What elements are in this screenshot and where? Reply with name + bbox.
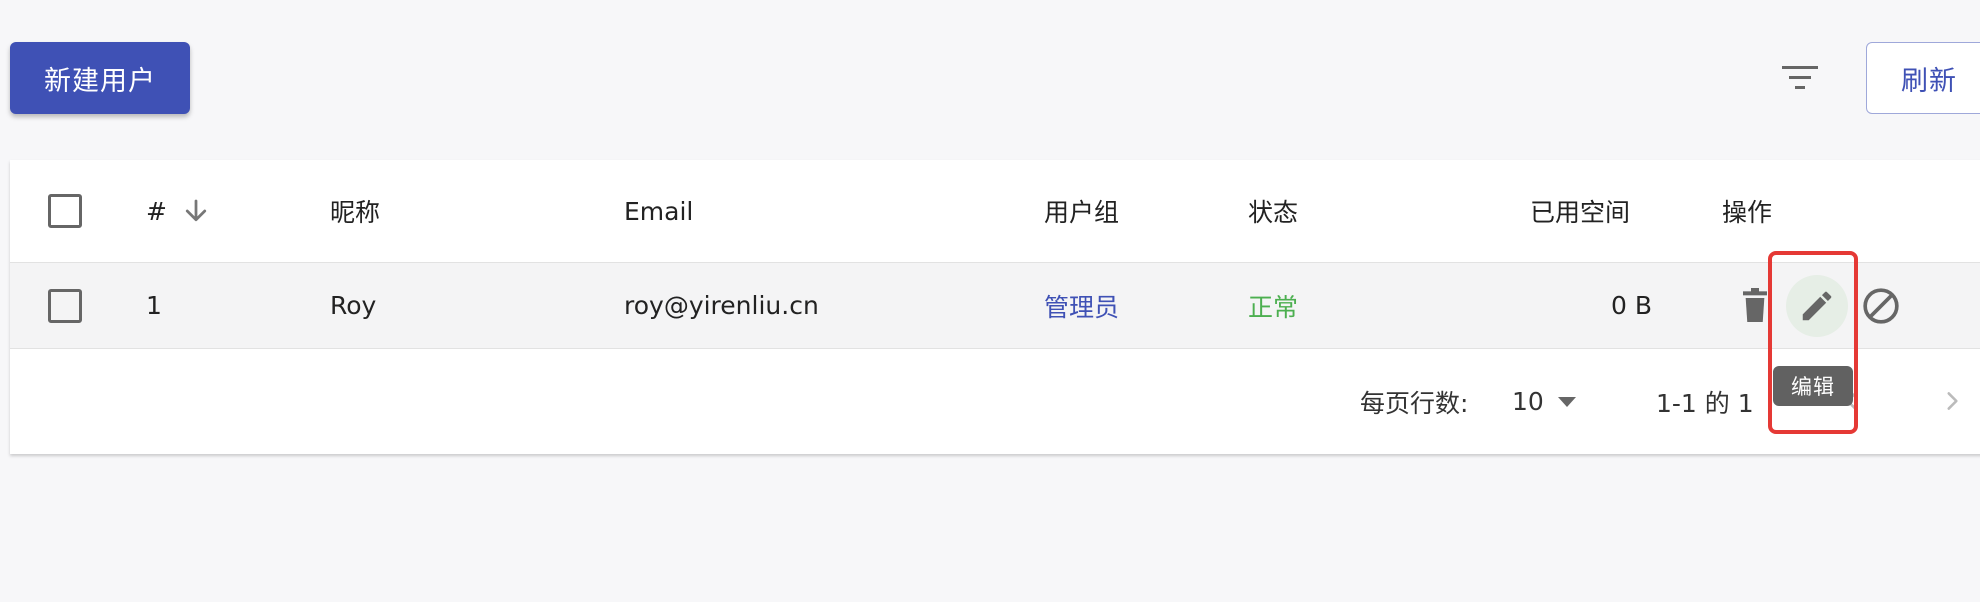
column-header-actions: 操作 [1722,160,1772,262]
table-row: 1 Roy roy@yirenliu.cn 管理员 正常 0 B [10,263,1980,349]
column-header-group-label: 用户组 [1044,198,1120,227]
edit-icon [1802,291,1832,321]
row-checkbox[interactable] [48,289,82,323]
ban-button[interactable] [1858,283,1904,329]
column-header-email: Email [624,160,693,262]
table-header-row: # 昵称 Email 用户组 状态 已用空间 操作 [10,160,1980,263]
column-header-nickname: 昵称 [330,160,380,262]
column-header-used-space: 已用空间 [1530,160,1630,262]
chevron-right-icon [1947,392,1958,410]
page: 新建用户 刷新 # 昵称 Email 用户组 状态 已用空间 操作 1 Roy … [0,0,1980,602]
next-page-button[interactable] [1932,381,1972,421]
delete-icon [1743,288,1767,322]
column-header-email-label: Email [624,196,694,226]
delete-button[interactable] [1734,285,1776,327]
rows-per-page-label: 每页行数: [1360,388,1469,418]
row-email: roy@yirenliu.cn [624,291,819,320]
row-id: 1 [146,291,162,320]
column-header-status: 状态 [1248,160,1298,262]
column-header-group: 用户组 [1044,160,1119,262]
row-status: 正常 [1248,292,1299,322]
dropdown-arrow-icon [1557,396,1576,407]
filter-button[interactable] [1774,56,1826,100]
arrow-down-icon [185,199,207,222]
row-used-space: 0 B [1610,291,1652,320]
pagination: 每页行数: 10 1-1 的 1 [10,349,1980,454]
column-header-status-label: 状态 [1248,198,1299,227]
row-nickname: Roy [330,291,377,320]
column-header-id[interactable]: # [146,160,211,262]
refresh-button[interactable]: 刷新 [1866,42,1980,114]
select-all-checkbox[interactable] [48,194,82,228]
rows-per-page-value: 10 [1512,387,1544,416]
column-header-nickname-label: 昵称 [330,198,381,227]
pagination-range: 1-1 的 1 [1656,388,1754,418]
column-header-id-label: # [146,196,167,226]
ban-icon [1863,288,1899,324]
user-table: # 昵称 Email 用户组 状态 已用空间 操作 1 Roy roy@yire… [10,160,1980,454]
edit-tooltip: 编辑 [1773,366,1853,406]
column-header-actions-label: 操作 [1722,198,1773,227]
column-header-used-space-label: 已用空间 [1530,198,1631,227]
rows-per-page-select[interactable]: 10 [1512,349,1576,454]
filter-list-icon [1782,66,1818,89]
row-group-link[interactable]: 管理员 [1044,263,1119,348]
new-user-button[interactable]: 新建用户 [10,42,190,114]
edit-button[interactable] [1786,275,1848,337]
